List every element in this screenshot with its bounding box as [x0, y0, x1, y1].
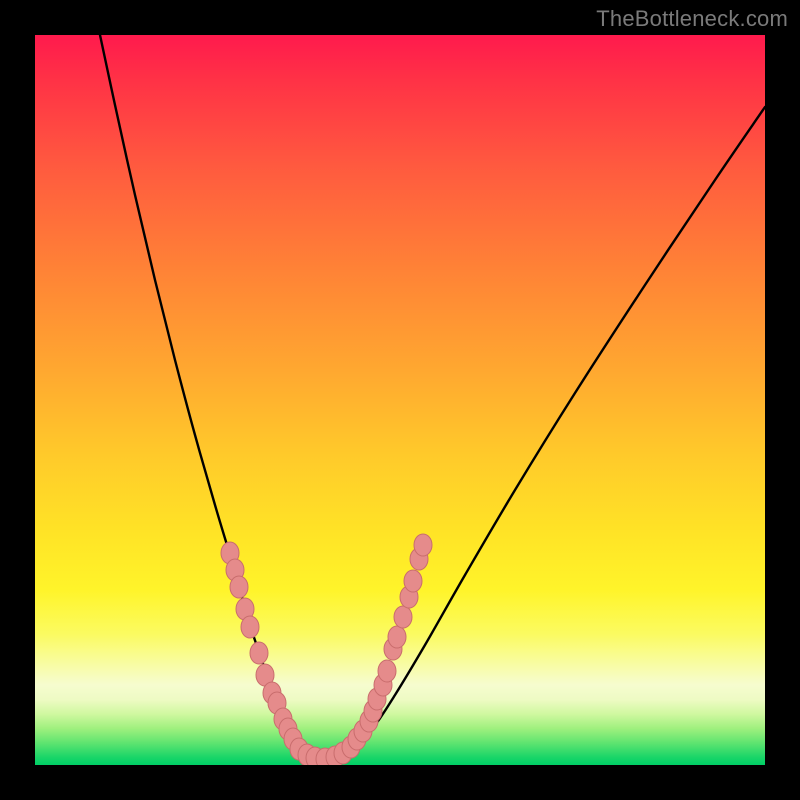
chart-frame: TheBottleneck.com: [0, 0, 800, 800]
data-marker: [388, 626, 406, 648]
data-marker: [394, 606, 412, 628]
data-marker: [250, 642, 268, 664]
chart-svg: [35, 35, 765, 765]
marker-group: [221, 534, 432, 765]
data-marker: [378, 660, 396, 682]
plot-area: [35, 35, 765, 765]
data-marker: [414, 534, 432, 556]
data-marker: [241, 616, 259, 638]
data-marker: [404, 570, 422, 592]
v-curve: [100, 35, 765, 759]
watermark-text: TheBottleneck.com: [596, 6, 788, 32]
data-marker: [230, 576, 248, 598]
